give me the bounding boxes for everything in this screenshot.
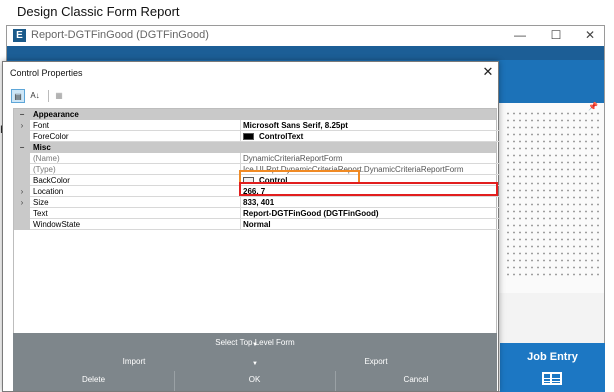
export-button[interactable]: Export (255, 353, 497, 371)
property-value[interactable]: DynamicCriteriaReportForm (240, 153, 499, 164)
app-menubar (7, 46, 604, 60)
minimize-icon[interactable]: — (507, 27, 533, 44)
category-appearance[interactable]: − Appearance (14, 109, 496, 120)
property-row-windowstate[interactable]: WindowState Normal (14, 219, 499, 230)
property-toolbar: ▤ A↓ ▦ (11, 89, 71, 105)
alphabetical-sort-icon[interactable]: A↓ (28, 89, 42, 103)
close-icon[interactable]: ✕ (479, 64, 497, 80)
property-name: WindowState (30, 219, 243, 230)
collapse-icon[interactable]: − (14, 109, 30, 120)
property-name: (Type) (30, 164, 243, 175)
property-row-backcolor[interactable]: BackColor Control (14, 175, 499, 186)
expand-icon[interactable]: › (14, 120, 30, 131)
property-row-font[interactable]: › Font Microsoft Sans Serif, 8.25pt (14, 120, 499, 131)
property-pages-icon[interactable]: ▦ (52, 89, 66, 103)
property-value[interactable]: Normal (240, 219, 499, 230)
pin-icon[interactable]: 📌 (588, 102, 598, 111)
ok-button[interactable]: OK (174, 371, 335, 389)
property-name: ForeColor (30, 131, 243, 142)
categorized-view-icon[interactable]: ▤ (11, 89, 25, 103)
category-label: Appearance (33, 110, 79, 119)
row-gutter (14, 131, 30, 142)
designer-grid (505, 110, 599, 280)
import-button[interactable]: Import ▼ (13, 353, 258, 371)
property-value-container[interactable]: ControlText (240, 131, 499, 142)
page-title: Design Classic Form Report (17, 4, 180, 19)
row-gutter (14, 164, 30, 175)
caret-down-icon: ▼ (252, 342, 258, 348)
row-gutter (14, 208, 30, 219)
button-divider (174, 371, 175, 391)
button-label: Cancel (403, 375, 429, 384)
button-panel: Select Top Level Form ▼ Import ▼ Export … (13, 333, 497, 391)
collapse-icon[interactable]: − (14, 142, 30, 153)
app-logo-icon: E (13, 29, 26, 42)
property-value: ControlText (259, 132, 304, 141)
property-value[interactable]: 266, 7 (240, 186, 499, 197)
property-row-location[interactable]: › Location 266, 7 (14, 186, 499, 197)
app-titlebar: E Report-DGTFinGood (DGTFinGood) — ☐ ✕ (7, 26, 604, 46)
toolbar-divider (48, 90, 49, 102)
color-swatch (243, 133, 254, 140)
maximize-icon[interactable]: ☐ (543, 27, 569, 44)
property-name: Font (30, 120, 243, 131)
property-name: (Name) (30, 153, 243, 164)
dialog-title: Control Properties (10, 68, 83, 78)
property-grid: − Appearance › Font Microsoft Sans Serif… (13, 108, 499, 348)
property-value: Control (259, 176, 288, 185)
color-swatch (243, 177, 254, 184)
select-top-level-form-button[interactable]: Select Top Level Form ▼ (13, 334, 497, 352)
property-row-forecolor[interactable]: ForeColor ControlText (14, 131, 499, 142)
row-gutter (14, 219, 30, 230)
book-icon (542, 372, 562, 385)
property-name: BackColor (30, 175, 243, 186)
property-row-size[interactable]: › Size 833, 401 (14, 197, 499, 208)
category-misc[interactable]: − Misc (14, 142, 496, 153)
property-value[interactable]: 833, 401 (240, 197, 499, 208)
delete-button[interactable]: Delete (13, 371, 174, 389)
cancel-button[interactable]: Cancel (335, 371, 497, 389)
property-value-container[interactable]: Control (240, 175, 499, 186)
app-window-title: Report-DGTFinGood (DGTFinGood) (31, 29, 209, 41)
property-row-name[interactable]: (Name) DynamicCriteriaReportForm (14, 153, 499, 164)
control-properties-dialog: Control Properties ✕ ▤ A↓ ▦ − Appearance… (2, 61, 499, 392)
window-close-icon[interactable]: ✕ (577, 27, 603, 44)
property-value[interactable]: Ice.UI.Rpt.DynamicCriteriaReport.Dynamic… (240, 164, 499, 175)
property-value[interactable]: Report-DGTFinGood (DGTFinGood) (240, 208, 499, 219)
button-label: OK (248, 375, 261, 384)
button-label: Export (364, 357, 388, 366)
category-label: Misc (33, 143, 51, 152)
button-label: Delete (81, 375, 106, 384)
property-name: Size (30, 197, 243, 208)
button-divider (335, 371, 336, 391)
property-value[interactable]: Microsoft Sans Serif, 8.25pt (240, 120, 499, 131)
row-gutter (14, 175, 30, 186)
job-entry-tile[interactable]: Job Entry (500, 343, 605, 392)
button-label: Import (122, 357, 146, 366)
property-row-text[interactable]: Text Report-DGTFinGood (DGTFinGood) (14, 208, 499, 219)
expand-icon[interactable]: › (14, 197, 30, 208)
job-entry-label: Job Entry (527, 351, 578, 363)
property-name: Text (30, 208, 243, 219)
property-row-type[interactable]: (Type) Ice.UI.Rpt.DynamicCriteriaReport.… (14, 164, 499, 175)
expand-icon[interactable]: › (14, 186, 30, 197)
row-gutter (14, 153, 30, 164)
property-name: Location (30, 186, 243, 197)
